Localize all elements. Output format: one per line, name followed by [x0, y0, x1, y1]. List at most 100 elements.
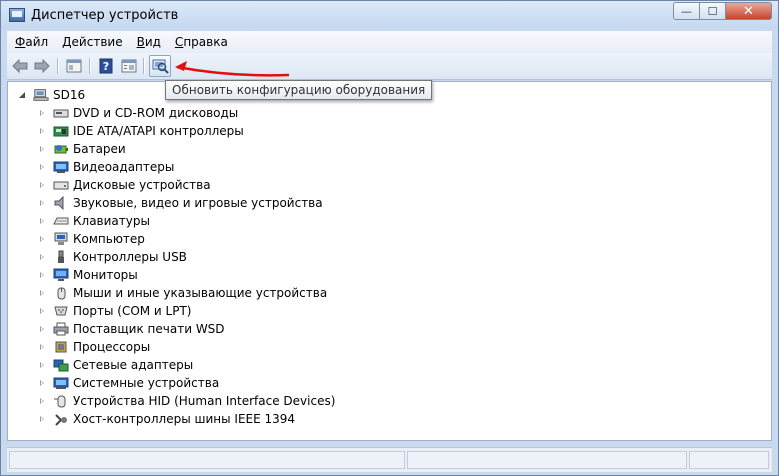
- menu-bar: Файл Действие Вид Справка: [7, 31, 772, 53]
- tree-item-label: Компьютер: [73, 232, 145, 246]
- expand-icon[interactable]: [38, 253, 47, 262]
- properties-icon: [121, 59, 137, 73]
- tree-item[interactable]: Хост-контроллеры шины IEEE 1394: [38, 410, 335, 428]
- help-button[interactable]: ?: [97, 57, 115, 75]
- battery-icon: [54, 145, 68, 154]
- usb-icon: [58, 250, 64, 263]
- tree-item[interactable]: Мониторы: [38, 266, 335, 284]
- sound-icon: [54, 196, 64, 210]
- tree-item-label: Хост-контроллеры шины IEEE 1394: [73, 412, 296, 426]
- tree-item[interactable]: Клавиатуры: [38, 212, 335, 230]
- expand-icon[interactable]: [38, 415, 47, 424]
- maximize-icon: ☐: [707, 4, 718, 18]
- tree-item[interactable]: Сетевые адаптеры: [38, 356, 335, 374]
- tree-item[interactable]: Системные устройства: [38, 374, 335, 392]
- expand-icon[interactable]: [38, 271, 47, 280]
- tree-item-label: Мониторы: [73, 268, 138, 282]
- menu-view[interactable]: Вид: [131, 35, 167, 49]
- tree-item[interactable]: Устройства HID (Human Interface Devices): [38, 392, 335, 410]
- status-bar: [7, 447, 772, 472]
- expand-icon[interactable]: [38, 109, 47, 118]
- window-title: Диспетчер устройств: [31, 8, 179, 23]
- properties-button[interactable]: [120, 57, 138, 75]
- expand-icon[interactable]: [38, 235, 47, 244]
- window-controls: — ☐ ✕: [673, 2, 772, 20]
- help-icon: ?: [99, 58, 113, 74]
- computer-icon: [54, 232, 68, 245]
- tree-item[interactable]: Видеоадаптеры: [38, 158, 335, 176]
- tree-item-label: Контроллеры USB: [73, 250, 187, 264]
- expand-icon[interactable]: [38, 343, 47, 352]
- tree-item[interactable]: Дисковые устройства: [38, 176, 335, 194]
- mouse-icon: [57, 287, 66, 300]
- annotation-arrow-icon: [175, 61, 290, 77]
- tree-item-label: Мыши и иные указывающие устройства: [73, 286, 328, 300]
- tree-item[interactable]: IDE ATA/ATAPI контроллеры: [38, 122, 335, 140]
- expand-icon[interactable]: [38, 325, 47, 334]
- expand-icon[interactable]: [38, 289, 47, 298]
- tree-children: DVD и CD-ROM дисководы IDE ATA/ATAPI конт…: [38, 104, 335, 428]
- console-tree-button[interactable]: [65, 57, 83, 75]
- menu-action[interactable]: Действие: [56, 35, 128, 49]
- tree-item[interactable]: Компьютер: [38, 230, 335, 248]
- tree-item[interactable]: Порты (COM и LPT): [38, 302, 335, 320]
- tree-item[interactable]: Звуковые, видео и игровые устройства: [38, 194, 335, 212]
- status-cell-middle: [407, 451, 687, 469]
- tree-item[interactable]: DVD и CD-ROM дисководы: [38, 104, 335, 122]
- console-tree-icon: [66, 59, 82, 73]
- expand-icon[interactable]: [38, 361, 47, 370]
- expand-icon[interactable]: [38, 127, 47, 136]
- tree-root-label: SD16: [53, 88, 86, 102]
- hid-icon: [54, 395, 66, 408]
- disk-drive-icon: [53, 181, 69, 190]
- minimize-button[interactable]: —: [673, 2, 700, 20]
- status-cell-main: [9, 451, 405, 469]
- tree-item[interactable]: Мыши и иные указывающие устройства: [38, 284, 335, 302]
- collapse-icon[interactable]: [18, 91, 27, 100]
- forward-icon: [34, 59, 50, 73]
- toolbar-tooltip: Обновить конфигурацию оборудования: [165, 80, 433, 100]
- device-tree[interactable]: SD16 DVD и CD-ROM дисководы IDE ATA/ATAPI…: [7, 81, 772, 441]
- tree-item[interactable]: Контроллеры USB: [38, 248, 335, 266]
- tree-item[interactable]: Поставщик печати WSD: [38, 320, 335, 338]
- forward-button[interactable]: [33, 57, 51, 75]
- expand-icon[interactable]: [38, 163, 47, 172]
- expand-icon[interactable]: [38, 181, 47, 190]
- scan-hardware-button[interactable]: [149, 55, 171, 77]
- tree-root[interactable]: SD16: [18, 86, 85, 104]
- expand-icon[interactable]: [38, 217, 47, 226]
- back-icon: [12, 59, 28, 73]
- port-icon: [54, 306, 68, 316]
- tree-item-label: IDE ATA/ATAPI контроллеры: [73, 124, 244, 138]
- expand-icon[interactable]: [38, 307, 47, 316]
- expand-icon[interactable]: [38, 199, 47, 208]
- tree-item-label: Процессоры: [73, 340, 151, 354]
- close-icon: ✕: [743, 3, 754, 19]
- tree-item-label: Клавиатуры: [73, 214, 150, 228]
- close-button[interactable]: ✕: [726, 2, 772, 20]
- svg-text:?: ?: [103, 60, 109, 73]
- monitor-icon: [53, 268, 69, 281]
- ide-controller-icon: [53, 126, 69, 137]
- tree-item-label: Порты (COM и LPT): [73, 304, 192, 318]
- tree-item[interactable]: Батареи: [38, 140, 335, 158]
- optical-drive-icon: [53, 109, 69, 118]
- menu-file[interactable]: Файл: [9, 35, 54, 49]
- display-adapter-icon: [53, 161, 69, 173]
- expand-icon[interactable]: [38, 145, 47, 154]
- back-button[interactable]: [11, 57, 29, 75]
- network-adapter-icon: [53, 359, 69, 372]
- expand-icon[interactable]: [38, 379, 47, 388]
- minimize-icon: —: [681, 4, 692, 18]
- tree-item-label: Поставщик печати WSD: [73, 322, 225, 336]
- keyboard-icon: [53, 217, 69, 225]
- expand-icon[interactable]: [38, 397, 47, 406]
- menu-help[interactable]: Справка: [169, 35, 234, 49]
- maximize-button[interactable]: ☐: [700, 2, 726, 20]
- title-bar[interactable]: Диспетчер устройств — ☐ ✕: [1, 1, 778, 29]
- printer-icon: [53, 322, 69, 336]
- processor-icon: [55, 341, 67, 353]
- tree-item-label: Системные устройства: [73, 376, 220, 390]
- device-manager-icon: [9, 8, 25, 22]
- tree-item[interactable]: Процессоры: [38, 338, 335, 356]
